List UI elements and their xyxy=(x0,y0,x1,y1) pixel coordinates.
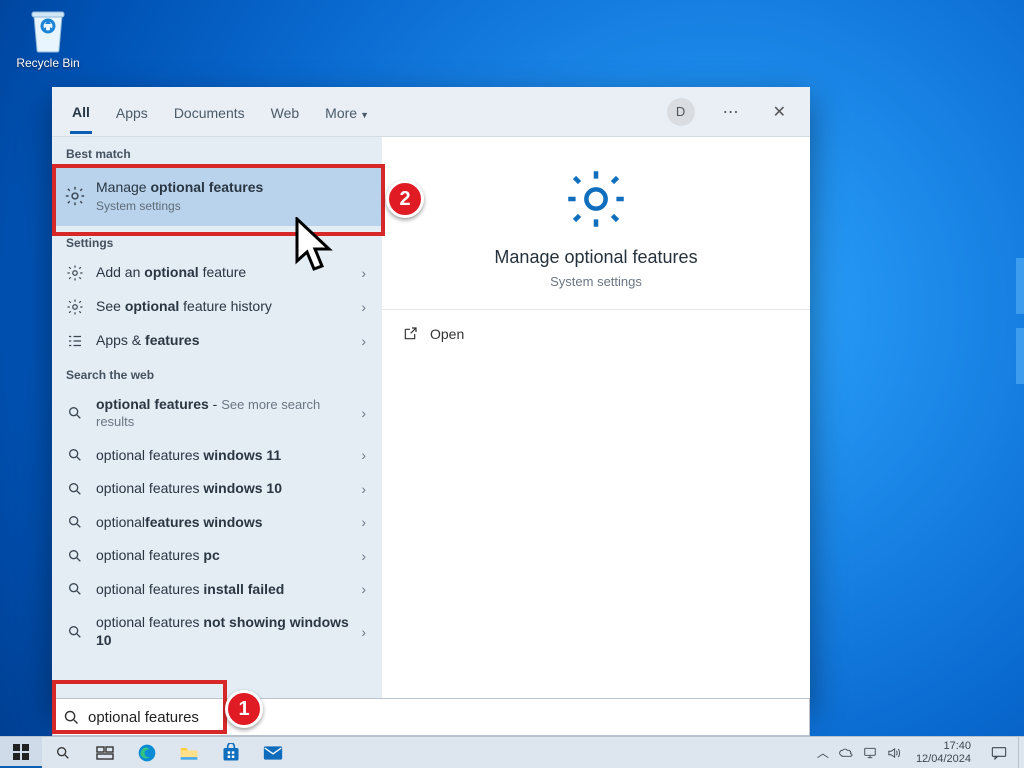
recycle-bin-label: Recycle Bin xyxy=(12,56,84,70)
web-result-5[interactable]: optional features install failed › xyxy=(52,573,382,607)
chevron-right-icon: › xyxy=(361,624,370,640)
search-icon xyxy=(64,624,86,640)
result-manage-optional-features[interactable]: Manage optional features System settings xyxy=(52,167,382,226)
windows-icon xyxy=(13,744,29,760)
search-scope-tabs: All Apps Documents Web More▼ D ⋯ ✕ xyxy=(52,87,810,137)
web-result-1[interactable]: optional features windows 11 › xyxy=(52,439,382,473)
onedrive-icon[interactable] xyxy=(838,747,854,759)
result-optional-feature-history[interactable]: See optional feature history › xyxy=(52,290,382,324)
more-options-icon[interactable]: ⋯ xyxy=(717,98,745,126)
decorative-accent xyxy=(1016,328,1024,384)
task-view-icon xyxy=(96,746,114,760)
folder-icon xyxy=(179,744,199,762)
chevron-right-icon: › xyxy=(361,333,370,349)
preview-subtitle: System settings xyxy=(550,274,642,289)
search-icon xyxy=(64,514,86,530)
search-icon xyxy=(64,481,86,497)
preview-title: Manage optional features xyxy=(494,247,697,268)
chevron-right-icon: › xyxy=(361,405,370,421)
close-icon[interactable]: ✕ xyxy=(767,98,792,126)
chevron-right-icon: › xyxy=(361,548,370,564)
search-icon xyxy=(64,447,86,463)
user-avatar[interactable]: D xyxy=(667,98,695,126)
chevron-right-icon: › xyxy=(361,447,370,463)
result-apps-and-features[interactable]: Apps & features › xyxy=(52,324,382,358)
taskbar-app-explorer[interactable] xyxy=(168,737,210,768)
system-tray: ︿ 17:40 12/04/2024 xyxy=(817,740,1018,764)
gear-icon xyxy=(64,185,86,207)
search-icon xyxy=(64,581,86,597)
search-input[interactable] xyxy=(88,709,799,726)
web-result-0[interactable]: optional features - See more search resu… xyxy=(52,388,382,439)
web-result-6[interactable]: optional features not showing windows 10… xyxy=(52,606,382,657)
recycle-bin[interactable]: Recycle Bin xyxy=(12,6,84,70)
tab-documents[interactable]: Documents xyxy=(172,91,247,132)
web-result-3[interactable]: optionalfeatures windows › xyxy=(52,506,382,540)
open-action[interactable]: Open xyxy=(382,310,810,358)
results-list: Best match Manage optional features Syst… xyxy=(52,137,382,705)
open-external-icon xyxy=(402,326,418,342)
tab-more[interactable]: More▼ xyxy=(323,91,371,132)
gear-icon xyxy=(562,165,630,233)
gear-icon xyxy=(64,298,86,316)
section-settings: Settings xyxy=(52,226,382,256)
list-icon xyxy=(64,332,86,350)
web-result-4[interactable]: optional features pc › xyxy=(52,539,382,573)
edge-icon xyxy=(137,743,157,763)
chevron-right-icon: › xyxy=(361,299,370,315)
chevron-right-icon: › xyxy=(361,581,370,597)
show-desktop-button[interactable] xyxy=(1018,737,1024,768)
result-title: Manage optional features System settings xyxy=(96,179,370,214)
search-icon xyxy=(63,709,80,726)
preview-pane: Manage optional features System settings… xyxy=(382,137,810,705)
web-result-2[interactable]: optional features windows 10 › xyxy=(52,472,382,506)
network-icon[interactable] xyxy=(863,746,877,760)
taskbar-app-mail[interactable] xyxy=(252,737,294,768)
task-view-button[interactable] xyxy=(84,737,126,768)
recycle-bin-icon xyxy=(24,6,72,54)
chevron-right-icon: › xyxy=(361,481,370,497)
search-icon xyxy=(55,745,71,761)
store-icon xyxy=(221,743,241,763)
taskbar-app-edge[interactable] xyxy=(126,737,168,768)
tab-apps[interactable]: Apps xyxy=(114,91,150,132)
start-button[interactable] xyxy=(0,737,42,768)
taskbar-clock[interactable]: 17:40 12/04/2024 xyxy=(910,740,977,764)
decorative-accent xyxy=(1016,258,1024,314)
start-search-panel: All Apps Documents Web More▼ D ⋯ ✕ Best … xyxy=(52,87,810,705)
tab-all[interactable]: All xyxy=(70,90,92,134)
volume-icon[interactable] xyxy=(886,746,901,760)
tray-chevron-icon[interactable]: ︿ xyxy=(817,744,829,761)
section-web: Search the web xyxy=(52,358,382,388)
search-input-bar[interactable] xyxy=(52,698,810,736)
chevron-right-icon: › xyxy=(361,265,370,281)
notifications-icon[interactable] xyxy=(986,746,1012,760)
taskbar-app-store[interactable] xyxy=(210,737,252,768)
chevron-right-icon: › xyxy=(361,514,370,530)
result-add-optional-feature[interactable]: Add an optional feature › xyxy=(52,256,382,290)
gear-icon xyxy=(64,264,86,282)
tab-web[interactable]: Web xyxy=(269,91,302,132)
taskbar: ︿ 17:40 12/04/2024 xyxy=(0,736,1024,768)
search-icon xyxy=(64,405,86,421)
mail-icon xyxy=(263,745,283,761)
search-icon xyxy=(64,548,86,564)
taskbar-search-button[interactable] xyxy=(42,737,84,768)
chevron-down-icon: ▼ xyxy=(360,110,369,120)
section-best-match: Best match xyxy=(52,137,382,167)
